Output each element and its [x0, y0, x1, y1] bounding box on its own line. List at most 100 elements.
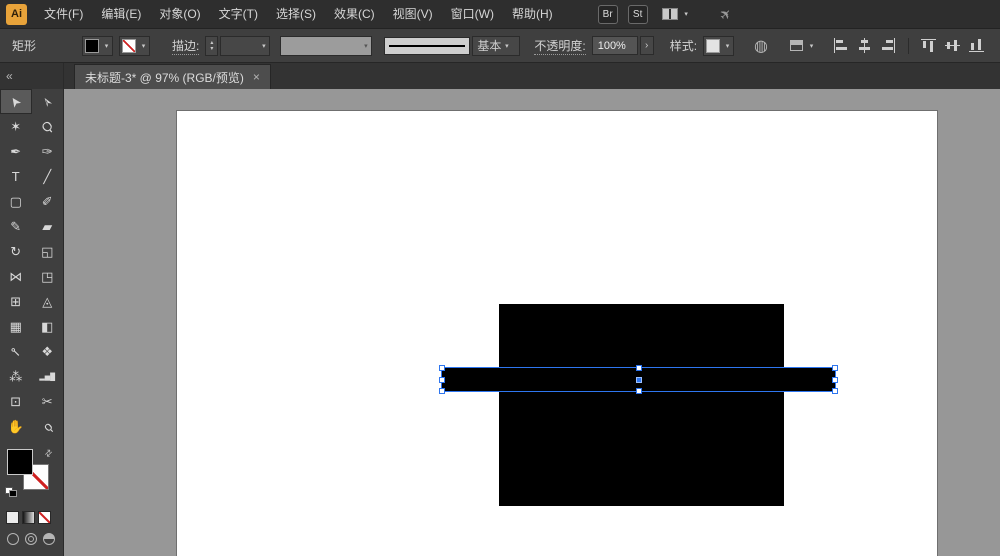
curvature-tool[interactable]: ✑ [32, 139, 64, 164]
blend-tool[interactable]: ❖ [32, 339, 64, 364]
gradient-tool[interactable]: ◧ [32, 314, 64, 339]
selection-handle-top-left[interactable] [439, 365, 445, 371]
selection-handle-middle-right[interactable] [832, 376, 838, 383]
rotate-tool[interactable]: ↻ [0, 239, 32, 264]
menu-effect[interactable]: 效果(C) [325, 0, 384, 28]
selection-tool[interactable]: ➤ [0, 89, 32, 114]
toolbox-panel: « ➤ ➢ ✶ Ϙ ✒ ✑ T ╱ ▢ ✐ ✎ ▰ ↻ ◱ ⋈ ◳ ⊞ ◬ ▦ ◧ ⊸ ❖ ⁂ ▂▅█ ⊡ ✂ ✋ ϙ ⇄ [0, 63, 64, 556]
collapse-panel-button[interactable]: « [6, 69, 13, 83]
color-button[interactable] [6, 511, 19, 524]
fill-proxy-swatch[interactable] [7, 449, 33, 475]
mesh-tool[interactable]: ▦ [0, 314, 32, 339]
opacity-panel-link[interactable]: 不透明度: [534, 37, 586, 55]
none-button[interactable] [38, 511, 51, 524]
stroke-color-dropdown[interactable]: ▾ [119, 35, 151, 56]
stroke-weight-stepper[interactable]: ▴ ▾ [205, 35, 219, 56]
hand-tool[interactable]: ✋ [0, 414, 32, 439]
selection-handle-bottom-center[interactable] [635, 388, 642, 394]
shape-builder-tool-icon: ⊞ [10, 293, 22, 309]
shaper-tool[interactable]: ✎ [0, 214, 32, 239]
align-vertical-center-icon[interactable] [945, 38, 961, 53]
selection-handle-top-center[interactable] [635, 365, 642, 371]
artboard[interactable] [177, 111, 937, 556]
gpu-performance-icon[interactable]: ✈ [715, 4, 735, 24]
selection-center-point[interactable] [635, 376, 642, 383]
column-graph-tool[interactable]: ▂▅█ [32, 364, 64, 389]
stroke-panel-link[interactable]: 描边: [172, 37, 200, 55]
stroke-weight-dropdown[interactable]: ▾ [220, 35, 271, 56]
width-tool[interactable]: ⋈ [0, 264, 32, 289]
selection-handle-middle-left[interactable] [439, 376, 445, 383]
menu-edit[interactable]: 编辑(E) [92, 0, 150, 28]
bridge-badge[interactable]: Br [597, 4, 618, 24]
artboard-tool[interactable]: ⊡ [0, 389, 32, 414]
menu-object[interactable]: 对象(O) [150, 0, 209, 28]
selection-handle-top-right[interactable] [832, 365, 838, 371]
screen-mode-icon[interactable] [43, 533, 55, 545]
align-horizontal-left-icon[interactable] [833, 38, 848, 53]
menu-file[interactable]: 文件(F) [35, 0, 92, 28]
gradient-button[interactable] [22, 511, 35, 524]
selection-handle-bottom-right[interactable] [832, 388, 838, 394]
document-tab[interactable]: 未标题-3* @ 97% (RGB/预览) × [74, 64, 271, 89]
eraser-tool-icon: ▰ [42, 218, 53, 234]
direct-selection-tool[interactable]: ➢ [32, 89, 64, 114]
recolor-artwork-icon[interactable]: ◍ [754, 36, 768, 56]
menu-help[interactable]: 帮助(H) [503, 0, 562, 28]
free-transform-tool[interactable]: ◳ [32, 264, 64, 289]
close-tab-icon[interactable]: × [253, 70, 260, 84]
column-graph-tool-icon: ▂▅█ [39, 373, 56, 381]
align-vertical-center-icon-b2 [954, 40, 958, 51]
stock-badge[interactable]: St [627, 4, 648, 24]
align-vertical-bottom-icon[interactable] [969, 38, 985, 53]
canvas-pasteboard[interactable] [64, 89, 1000, 556]
align-horizontal-center-icon[interactable] [857, 38, 872, 53]
align-vertical-bottom-icon-b2 [978, 39, 982, 50]
line-segment-tool[interactable]: ╱ [32, 164, 64, 189]
align-horizontal-right-icon[interactable] [881, 38, 896, 53]
menu-items: 文件(F) 编辑(E) 对象(O) 文字(T) 选择(S) 效果(C) 视图(V) 窗口(W)… [35, 0, 562, 28]
document-setup-dropdown[interactable]: ▾ [790, 40, 817, 51]
align-vertical-top-icon[interactable] [921, 38, 937, 53]
swap-fill-stroke-icon[interactable]: ⇄ [42, 447, 55, 460]
type-tool[interactable]: T [0, 164, 32, 189]
default-fill-stroke-icon[interactable] [5, 487, 18, 498]
black-rectangle-shape[interactable] [499, 304, 784, 506]
magic-wand-tool-icon: ✶ [10, 118, 22, 134]
pen-tool[interactable]: ✒ [0, 139, 32, 164]
scale-tool[interactable]: ◱ [32, 239, 64, 264]
slice-tool[interactable]: ✂ [32, 389, 64, 414]
shape-builder-tool[interactable]: ⊞ [0, 289, 32, 314]
rectangle-tool[interactable]: ▢ [0, 189, 32, 214]
brush-definition-dropdown[interactable]: 基本 ▾ [472, 35, 521, 56]
eyedropper-tool[interactable]: ⊸ [0, 339, 32, 364]
symbol-sprayer-tool[interactable]: ⁂ [0, 364, 32, 389]
lasso-tool[interactable]: Ϙ [32, 114, 64, 139]
menu-type[interactable]: 文字(T) [210, 0, 267, 28]
align-vertical-bottom-icon-b1 [971, 43, 975, 50]
menu-view[interactable]: 视图(V) [384, 0, 442, 28]
brush-stroke-preview[interactable] [384, 36, 471, 55]
selected-bar-shape[interactable] [439, 365, 838, 394]
menu-select[interactable]: 选择(S) [267, 0, 325, 28]
magic-wand-tool[interactable]: ✶ [0, 114, 32, 139]
style-dropdown[interactable]: ▾ [703, 35, 735, 56]
workspace-switcher[interactable]: ▾ [661, 8, 692, 20]
stroke-none-swatch-icon [122, 38, 137, 53]
opacity-panel-arrow-button[interactable]: › [639, 36, 654, 55]
chevron-down-icon: ▾ [364, 42, 368, 50]
menu-window[interactable]: 窗口(W) [442, 0, 503, 28]
eraser-tool[interactable]: ▰ [32, 214, 64, 239]
perspective-grid-tool[interactable]: ◬ [32, 289, 64, 314]
align-vertical-top-icon-b2 [930, 41, 934, 52]
align-horizontal-left-icon-b1 [836, 40, 844, 43]
paintbrush-tool[interactable]: ✐ [32, 189, 64, 214]
workspace-switcher-icon [661, 8, 678, 20]
zoom-tool[interactable]: ϙ [32, 414, 64, 439]
selection-handle-bottom-left[interactable] [439, 388, 445, 394]
draw-normal-icon[interactable] [7, 533, 19, 545]
fill-color-dropdown[interactable]: ▾ [82, 35, 114, 56]
symbol-sprayer-tool-icon: ⁂ [9, 368, 23, 384]
opacity-input[interactable] [591, 36, 638, 55]
draw-behind-icon[interactable] [25, 533, 37, 545]
